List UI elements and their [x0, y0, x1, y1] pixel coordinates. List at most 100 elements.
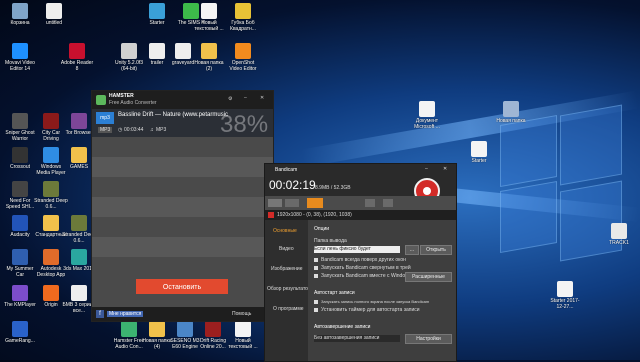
wallpaper-window-logo [500, 180, 557, 254]
options-heading: Опции [314, 226, 330, 232]
desktop-icon[interactable]: untitled [37, 2, 71, 40]
facebook-icon[interactable]: f [96, 310, 104, 318]
folder-icon [503, 101, 519, 117]
audacity-icon [12, 215, 28, 231]
sidebar-item-about[interactable]: О программе [273, 306, 304, 312]
recycle-bin-icon [12, 3, 28, 19]
desktop-icon[interactable]: Starter [140, 2, 174, 40]
advanced-button[interactable]: Расширенные [405, 272, 452, 282]
sidebar-item-general[interactable]: Основные [273, 228, 297, 234]
close-icon[interactable]: ✕ [443, 166, 447, 172]
movavi-icon [12, 43, 28, 59]
desktop-icon[interactable]: Губка Боб Квадратн... [226, 2, 260, 40]
desktop-icon[interactable]: Movavi Video Editor 14 [3, 42, 37, 80]
settings-icon[interactable]: ⚙ [228, 96, 232, 102]
folder-icon [71, 147, 87, 163]
audio-file-icon [611, 223, 627, 239]
stop-button[interactable]: Остановить [136, 279, 228, 294]
text-file-icon [235, 321, 251, 337]
folder-icon[interactable] [307, 198, 323, 208]
track-row[interactable]: mp3 Bassline Drift — Nature (www.petarmu… [92, 109, 273, 138]
camera-icon[interactable] [365, 199, 375, 207]
engine-icon [177, 321, 193, 337]
browse-button[interactable]: ... [405, 245, 419, 255]
desktop-icon[interactable]: TRACK1 [602, 222, 636, 260]
desktop-icon[interactable]: Drift Racing Online 20... [196, 320, 230, 358]
option-minimized: Запускать Bandicam свернутым в трей [321, 265, 411, 271]
folder-icon [149, 321, 165, 337]
desktop-icon[interactable]: Origin [34, 284, 68, 322]
desktop-icon[interactable]: My Summer Car [3, 248, 37, 286]
list-stripe [92, 157, 273, 177]
3ds-max-icon [71, 249, 87, 265]
desktop-icon[interactable]: Stranded Deep 0.6... [34, 180, 68, 218]
like-button[interactable]: Мне нравится [107, 311, 144, 317]
track-name: Bassline Drift — Nature (www.petarmusic [118, 112, 229, 118]
bandicam-settings: Опции Папка вывода Если лень фиксио буде… [308, 220, 456, 361]
my-summer-car-icon [12, 249, 28, 265]
text-file-icon [71, 285, 87, 301]
desktop-icon[interactable]: Need For Speed SHI... [3, 180, 37, 218]
checkbox[interactable] [314, 300, 318, 304]
close-icon[interactable]: ✕ [260, 95, 264, 101]
desktop-icon[interactable]: OpenShot Video Editor [226, 42, 260, 80]
kmplayer-icon [12, 285, 28, 301]
track-duration: 00:03:44 [124, 127, 144, 133]
help-link[interactable]: Помощь [232, 311, 251, 317]
autofinish-heading: Автозавершение записи [314, 324, 371, 330]
webcam-icon[interactable] [383, 199, 393, 207]
file-size: 8.9MB / 52.3GB [315, 185, 351, 191]
text-file-icon [201, 3, 217, 19]
autofinish-settings-button[interactable]: Настройки [405, 334, 452, 344]
list-stripe [92, 237, 273, 257]
desktop-icon[interactable]: Starter [462, 140, 496, 178]
sidebar-item-video[interactable]: Видео [279, 246, 294, 252]
autofinish-field[interactable]: Без автозавершения записи [314, 335, 400, 342]
desktop-icon[interactable]: GameRang... [3, 320, 37, 358]
minimize-icon[interactable]: – [244, 95, 247, 101]
desktop-icon[interactable]: Sniper Ghost Warrior [3, 112, 37, 150]
bandicam-window: Bandicam – ✕ 00:02:19 8.9MB / 52.3GB ❚❚ … [264, 163, 457, 362]
minimize-icon[interactable]: – [425, 166, 428, 172]
sidebar-item-output[interactable]: Обзор результатов [267, 286, 311, 292]
bandicam-titlebar: Bandicam – ✕ [265, 164, 456, 176]
desktop-icon[interactable]: Новый текстовый ... [226, 320, 260, 358]
folder-icon [201, 43, 217, 59]
starter-icon [149, 3, 165, 19]
hamster-icon [121, 321, 137, 337]
sidebar-item-image[interactable]: Изображение [271, 266, 303, 272]
desktop-icon[interactable]: Корзина [3, 2, 37, 40]
track-format: MP3 [156, 127, 167, 133]
target-info: 1920x1080 - (0, 38), (1920, 1038) [265, 210, 456, 220]
desktop-icon[interactable]: Новая папка (2) [192, 42, 226, 80]
checkbox[interactable] [314, 274, 318, 278]
origin-icon [43, 285, 59, 301]
tor-browser-icon [71, 113, 87, 129]
desktop-icon[interactable]: Crossout [3, 146, 37, 184]
desktop-icon[interactable]: The KMPlayer [3, 284, 37, 322]
desktop-icon[interactable]: Starter 2017-12-27... [548, 280, 582, 318]
list-stripe [92, 197, 273, 217]
gamepad-icon[interactable] [285, 199, 299, 207]
desktop-icon[interactable]: Audacity [3, 214, 37, 252]
option-with-windows: Запускать Bandicam вместе с Windows [321, 273, 412, 279]
screen-mode-icon[interactable] [268, 199, 282, 207]
output-folder-field[interactable]: Если лень фиксио будет [314, 246, 400, 253]
desktop-icon[interactable]: Adobe Reader 8 [60, 42, 94, 80]
option-autostart-timer: Установить таймер для автостарта записи [321, 307, 420, 313]
bandicam-toolbar [265, 196, 456, 210]
checkbox[interactable] [314, 308, 318, 312]
bandicam-sidebar: Основные Видео Изображение Обзор результ… [265, 220, 311, 361]
checkbox[interactable] [314, 258, 318, 262]
hamster-logo-icon [96, 95, 106, 105]
desktop-icon[interactable]: Новый текстовый ... [192, 2, 226, 40]
format-badge: MP3 [98, 127, 113, 133]
autodesk-icon [43, 249, 59, 265]
open-folder-button[interactable]: Открыть [420, 245, 452, 255]
desktop-icon[interactable]: Новая папка [494, 100, 528, 138]
desktop-icon[interactable]: Документ Microsoft ... [410, 100, 444, 138]
drift-racing-icon [205, 321, 221, 337]
file-icon [175, 43, 191, 59]
progress-percent: 38% [220, 111, 269, 138]
checkbox[interactable] [314, 266, 318, 270]
